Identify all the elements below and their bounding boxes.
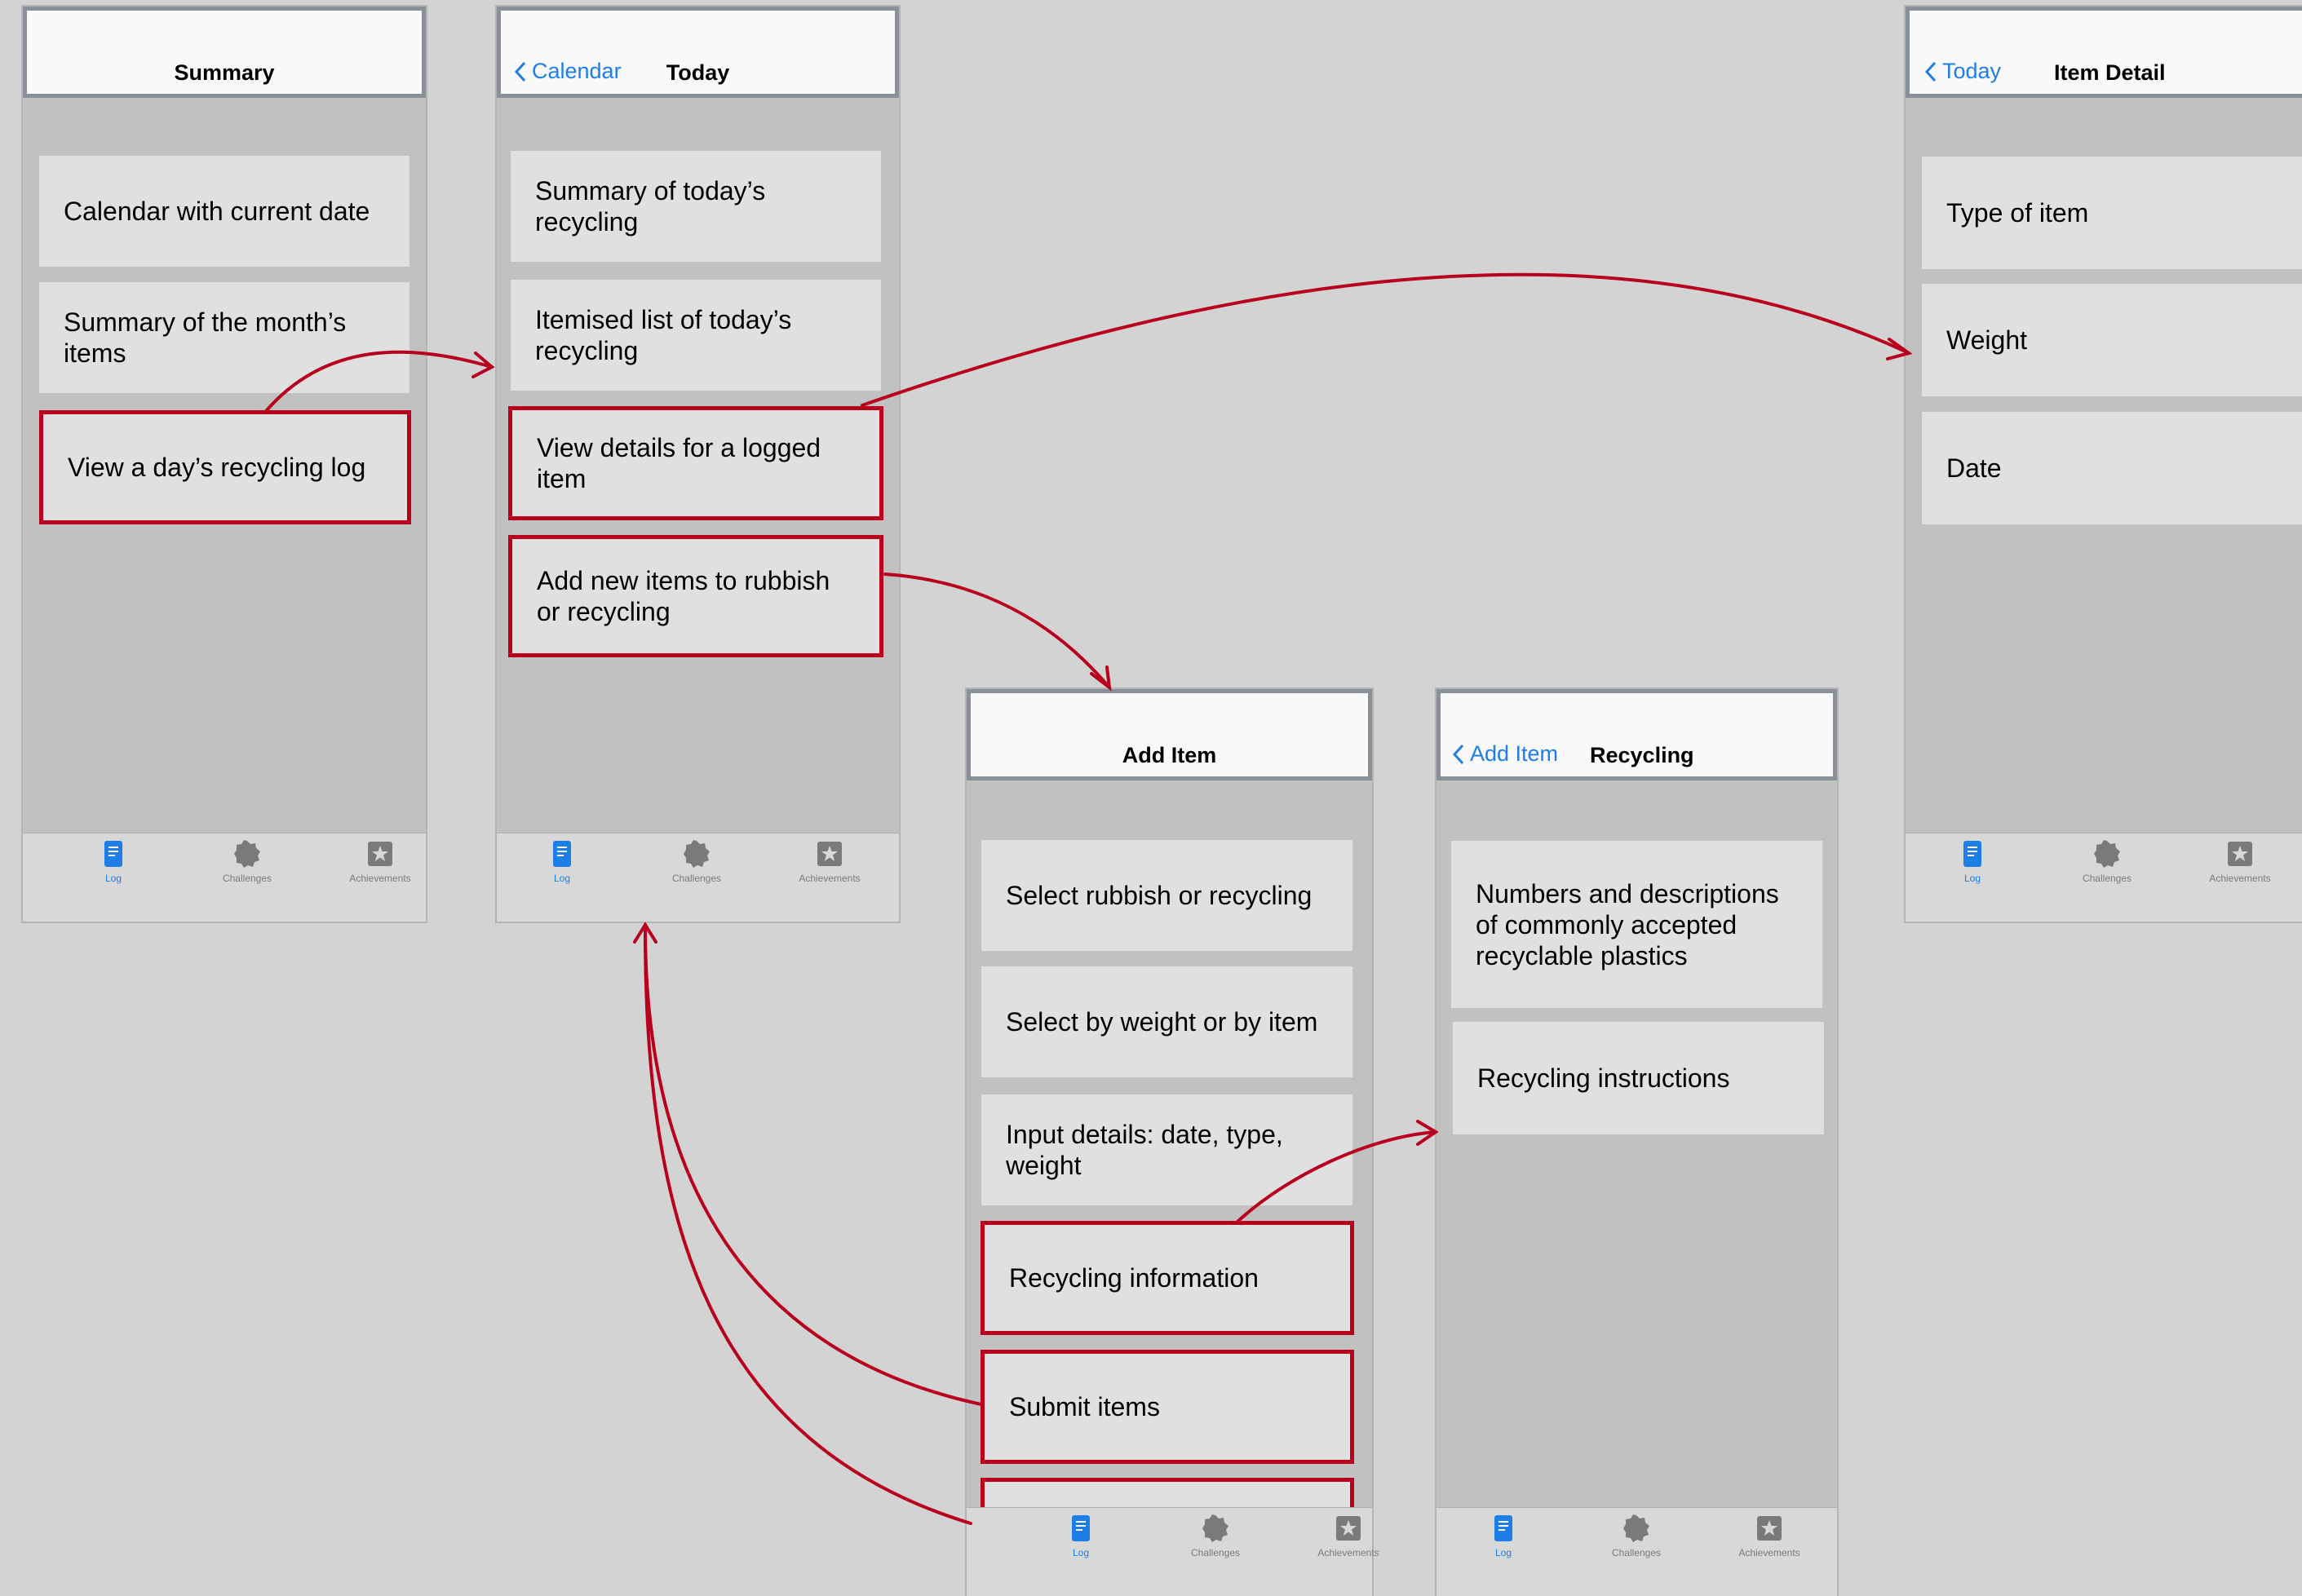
card-month-summary[interactable]: Summary of the month’s items <box>39 282 409 393</box>
card-type-of-item[interactable]: Type of item <box>1922 157 2302 269</box>
card-view-details[interactable]: View details for a logged item <box>508 406 883 520</box>
tab-label: Log <box>553 873 571 884</box>
tab-challenges[interactable]: Challenges <box>1171 1514 1260 1558</box>
navbar: Add Item Recycling <box>1437 689 1837 780</box>
tab-label: Log <box>104 873 122 884</box>
tab-label: Challenges <box>1190 1547 1241 1558</box>
tab-achievements[interactable]: Achievements <box>335 840 425 884</box>
card-calendar[interactable]: Calendar with current date <box>39 156 409 267</box>
tab-achievements[interactable]: Achievements <box>1304 1514 1393 1558</box>
tab-bar: Log Challenges Achievements <box>497 833 899 922</box>
badge-icon <box>234 840 260 868</box>
badge-icon <box>2094 840 2120 868</box>
arrowhead <box>1090 665 1112 692</box>
tab-label: Challenges <box>671 873 722 884</box>
tab-challenges[interactable]: Challenges <box>202 840 292 884</box>
star-icon <box>368 842 392 866</box>
log-icon <box>104 841 122 867</box>
back-label: Add Item <box>1470 741 1559 766</box>
star-icon <box>1757 1516 1782 1541</box>
item-detail-screen: Today Item Detail Type of item Weight Da… <box>1906 7 2302 922</box>
card-submit-items[interactable]: Submit items <box>981 1350 1354 1464</box>
tab-label: Log <box>1963 873 1981 884</box>
badge-icon <box>1623 1514 1649 1542</box>
tab-label: Log <box>1494 1547 1512 1558</box>
star-icon <box>817 842 842 866</box>
tab-bar: Log Challenges Achievements <box>967 1507 1379 1596</box>
tab-label: Challenges <box>1611 1547 1662 1558</box>
badge-icon <box>684 840 710 868</box>
today-screen: Calendar Today Summary of today’s recycl… <box>497 7 899 922</box>
navbar: Summary <box>23 7 426 98</box>
navbar: Add Item <box>967 689 1372 780</box>
page-title: Summary <box>174 60 275 85</box>
tab-label: Achievements <box>1738 1547 1800 1558</box>
tab-log[interactable]: Log <box>1928 840 2017 884</box>
card-today-summary[interactable]: Summary of today’s recycling <box>511 151 881 262</box>
arrowhead <box>633 922 657 944</box>
back-button[interactable]: Add Item <box>1452 741 1558 767</box>
arrow-bottom-to-today <box>643 923 972 1525</box>
chevron-left-icon <box>1924 61 1937 82</box>
tab-achievements[interactable]: Achievements <box>785 840 874 884</box>
back-button[interactable]: Today <box>1924 59 2001 84</box>
chevron-left-icon <box>1452 744 1464 764</box>
navbar: Calendar Today <box>497 7 899 98</box>
card-select-weight-item[interactable]: Select by weight or by item <box>981 966 1352 1077</box>
log-icon <box>1963 841 1981 867</box>
card-recycling-instructions[interactable]: Recycling instructions <box>1453 1022 1824 1134</box>
log-icon <box>1072 1515 1090 1541</box>
tab-log[interactable]: Log <box>517 840 607 884</box>
arrowhead <box>471 351 495 378</box>
log-icon <box>553 841 571 867</box>
tab-log[interactable]: Log <box>1036 1514 1126 1558</box>
page-title: Recycling <box>1590 743 1694 767</box>
recycling-screen: Add Item Recycling Numbers and descripti… <box>1437 689 1837 1596</box>
card-view-day-log[interactable]: View a day’s recycling log <box>39 410 411 524</box>
tab-achievements[interactable]: Achievements <box>2195 840 2285 884</box>
card-itemised-list[interactable]: Itemised list of today’s recycling <box>511 280 881 391</box>
tab-achievements[interactable]: Achievements <box>1724 1514 1814 1558</box>
arrowhead <box>1416 1120 1439 1146</box>
page-title: Today <box>666 60 730 85</box>
tab-label: Challenges <box>222 873 272 884</box>
tab-label: Achievements <box>349 873 411 884</box>
tab-label: Challenges <box>2082 873 2132 884</box>
log-icon <box>1494 1515 1512 1541</box>
tab-log[interactable]: Log <box>1459 1514 1548 1558</box>
card-weight[interactable]: Weight <box>1922 284 2302 396</box>
card-plastics-info[interactable]: Numbers and descriptions of commonly acc… <box>1451 841 1822 1008</box>
page-title: Item Detail <box>2054 60 2166 85</box>
back-label: Today <box>1942 59 2002 83</box>
arrow-details-to-item-detail <box>861 272 1910 407</box>
tab-label: Log <box>1072 1547 1090 1558</box>
badge-icon <box>1202 1514 1228 1542</box>
tab-label: Achievements <box>1317 1547 1379 1558</box>
card-select-rubbish-recycling[interactable]: Select rubbish or recycling <box>981 840 1352 951</box>
tab-label: Achievements <box>799 873 861 884</box>
arrow-submit-to-today <box>643 923 983 1406</box>
star-icon <box>1336 1516 1361 1541</box>
tab-bar: Log Challenges Achievements <box>1906 833 2302 922</box>
tab-challenges[interactable]: Challenges <box>2062 840 2152 884</box>
card-add-items[interactable]: Add new items to rubbish or recycling <box>508 535 883 657</box>
tab-label: Achievements <box>2209 873 2271 884</box>
card-date[interactable]: Date <box>1922 412 2302 524</box>
tab-bar: Log Challenges Achievements <box>1437 1507 1837 1596</box>
card-input-details[interactable]: Input details: date, type, weight <box>981 1094 1352 1205</box>
navbar: Today Item Detail <box>1906 7 2302 98</box>
tab-challenges[interactable]: Challenges <box>652 840 742 884</box>
page-title: Add Item <box>1122 743 1217 767</box>
summary-screen: Summary Calendar with current date Summa… <box>23 7 426 922</box>
add-item-screen: Add Item Select rubbish or recycling Sel… <box>967 689 1379 1596</box>
tab-log[interactable]: Log <box>69 840 158 884</box>
arrow-add-to-additem <box>883 573 1111 689</box>
tab-challenges[interactable]: Challenges <box>1591 1514 1681 1558</box>
card-recycling-info[interactable]: Recycling information <box>981 1221 1354 1335</box>
tab-bar: Log Challenges Achievements <box>23 833 426 922</box>
star-icon <box>2228 842 2252 866</box>
